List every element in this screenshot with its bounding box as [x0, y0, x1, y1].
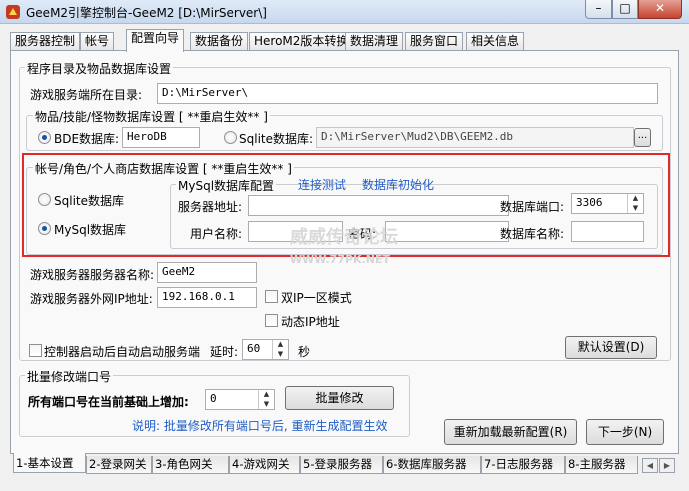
items-db-title: 物品/技能/怪物数据库设置 [ **重启生效** ]	[33, 108, 270, 125]
program-settings-title: 程序目录及物品数据库设置	[25, 60, 174, 77]
tab-scroll-right-icon[interactable]: ▶	[659, 458, 675, 473]
default-settings-button[interactable]: 默认设置(D)	[565, 336, 657, 359]
tab-account[interactable]: 帐号	[80, 32, 115, 51]
ip-label: 游戏服务器外网IP地址:	[30, 292, 153, 306]
window-title: GeeM2引擎控制台-GeeM2 [D:\MirServer\]	[26, 6, 267, 20]
sqlite-items-label: Sqlite数据库:	[239, 132, 314, 146]
batch-modify-button[interactable]: 批量修改	[285, 386, 394, 410]
tab-server-control[interactable]: 服务器控制	[10, 32, 81, 51]
minimize-button[interactable]: –	[585, 0, 612, 19]
spin-up-icon[interactable]: ▲	[273, 340, 288, 350]
sqlite-items-radio[interactable]	[224, 131, 237, 144]
server-name-input[interactable]: GeeM2	[157, 262, 257, 283]
reload-config-button[interactable]: 重新加载最新配置(R)	[444, 419, 577, 445]
port-increase-label: 所有端口号在当前基础上增加:	[28, 395, 189, 409]
spin-down-icon[interactable]: ▼	[273, 350, 288, 360]
close-button[interactable]: ✕	[638, 0, 682, 19]
tab-login-gateway[interactable]: 2-登录网关	[86, 456, 152, 474]
ip-input[interactable]: 192.168.0.1	[157, 287, 257, 308]
bde-label: BDE数据库:	[54, 132, 120, 146]
tab-role-gateway[interactable]: 3-角色网关	[152, 456, 229, 474]
tab-config-wizard[interactable]: 配置向导	[126, 29, 185, 52]
bde-input[interactable]: HeroDB	[122, 127, 200, 148]
maximize-button[interactable]: □	[612, 0, 638, 19]
sqlite-items-path[interactable]: D:\MirServer\Mud2\DB\GEEM2.db	[316, 127, 634, 148]
delay-label: 延时:	[210, 345, 239, 359]
port-increase-stepper[interactable]: ▲ ▼	[258, 390, 274, 409]
spin-down-icon[interactable]: ▼	[259, 400, 274, 410]
tab-main-server[interactable]: 8-主服务器	[565, 456, 638, 474]
server-dir-label: 游戏服务端所在目录:	[30, 88, 143, 102]
seconds-label: 秒	[298, 345, 311, 359]
close-icon: ✕	[654, 1, 666, 15]
dynamic-ip-label: 动态IP地址	[281, 315, 340, 329]
bde-radio[interactable]	[38, 131, 51, 144]
tab-game-gateway[interactable]: 4-游戏网关	[229, 456, 300, 474]
autostart-checkbox[interactable]	[29, 344, 42, 357]
dual-ip-label: 双IP一区模式	[281, 291, 352, 305]
batch-port-title: 批量修改端口号	[25, 368, 114, 385]
server-dir-input[interactable]: D:\MirServer\	[157, 83, 658, 104]
tab-about[interactable]: 相关信息	[466, 32, 525, 51]
tab-scroll-left-icon[interactable]: ◀	[642, 458, 658, 473]
app-icon	[5, 4, 21, 20]
tab-data-backup[interactable]: 数据备份	[190, 32, 249, 51]
spin-up-icon[interactable]: ▲	[259, 390, 274, 400]
tab-login-server[interactable]: 5-登录服务器	[300, 456, 383, 474]
watermark-url: WWW.77PK.NET	[290, 253, 390, 266]
browse-button[interactable]: ...	[634, 128, 651, 147]
delay-stepper[interactable]: ▲ ▼	[272, 340, 288, 359]
dual-ip-checkbox[interactable]	[265, 290, 278, 303]
delay-value: 60	[247, 342, 261, 355]
server-name-label: 游戏服务器服务器名称:	[30, 268, 155, 282]
dynamic-ip-checkbox[interactable]	[265, 314, 278, 327]
batch-note: 说明: 批量修改所有端口号后, 重新生成配置生效	[132, 419, 388, 433]
port-increase-value: 0	[210, 392, 217, 405]
maximize-icon: □	[619, 1, 631, 15]
next-step-button[interactable]: 下一步(N)	[586, 419, 664, 445]
minimize-icon: –	[595, 1, 602, 15]
autostart-label: 控制器启动后自动启动服务端	[44, 345, 201, 359]
tab-service-window[interactable]: 服务窗口	[405, 32, 464, 51]
tab-basic-settings[interactable]: 1-基本设置	[13, 453, 86, 473]
tab-herom2-convert[interactable]: HeroM2版本转换	[249, 32, 354, 51]
tab-data-cleanup[interactable]: 数据清理	[345, 32, 404, 51]
tab-database-server[interactable]: 6-数据库服务器	[383, 456, 481, 474]
tab-log-server[interactable]: 7-日志服务器	[481, 456, 565, 474]
watermark-title: 威威传奇论坛	[290, 227, 398, 248]
